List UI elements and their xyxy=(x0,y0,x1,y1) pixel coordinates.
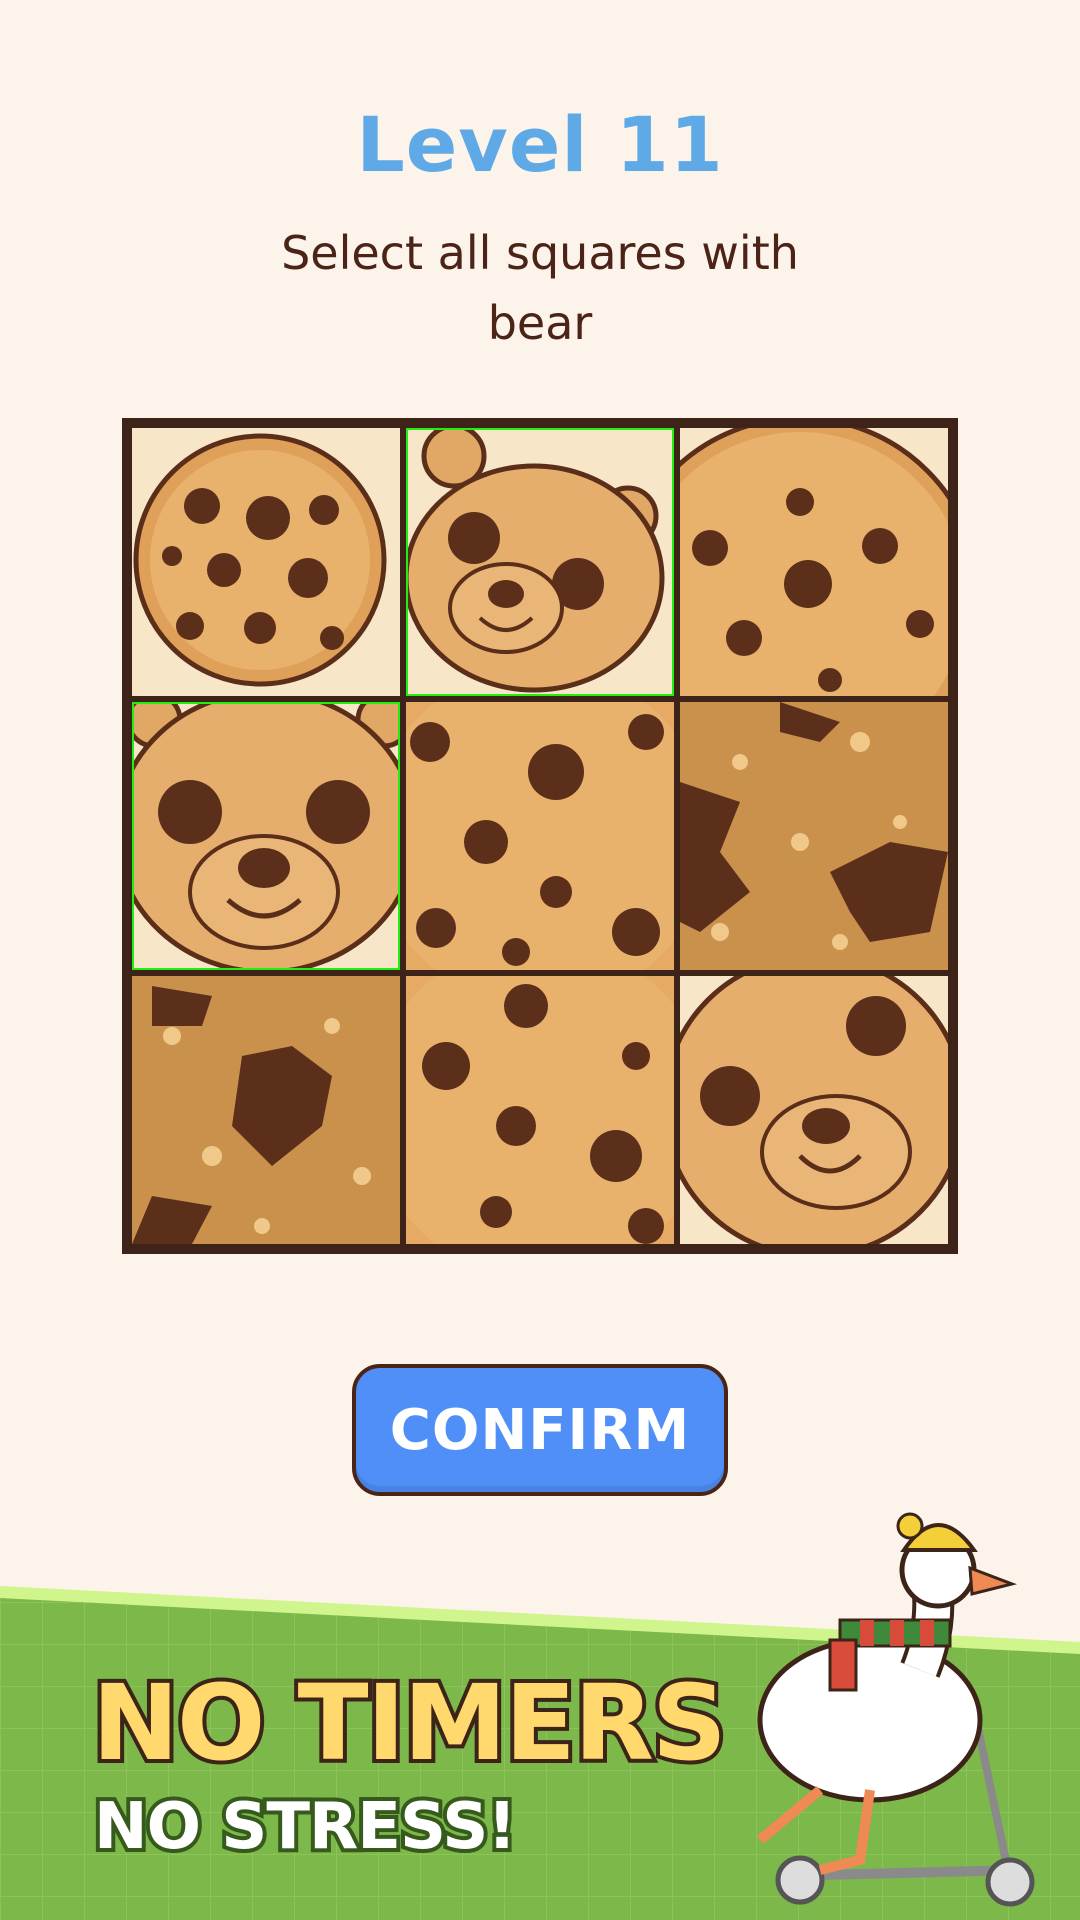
promo-subline: NO STRESS! xyxy=(90,1786,520,1868)
tile-3[interactable] xyxy=(680,428,948,696)
tile-9[interactable] xyxy=(680,976,948,1244)
broken-cookie-icon xyxy=(680,702,948,970)
bear-icon xyxy=(406,428,674,696)
tile-4[interactable] xyxy=(132,702,400,970)
level-title: Level 11 xyxy=(356,100,724,189)
tile-6[interactable] xyxy=(680,702,948,970)
tile-1[interactable] xyxy=(132,428,400,696)
bear-icon xyxy=(680,976,948,1244)
tile-5[interactable] xyxy=(406,702,674,970)
instruction-text: Select all squares with bear xyxy=(281,226,799,350)
puzzle-grid xyxy=(122,418,958,1254)
cookie-icon xyxy=(406,976,674,1244)
cookie-icon xyxy=(132,428,400,696)
broken-cookie-icon xyxy=(132,976,400,1244)
tile-2[interactable] xyxy=(406,428,674,696)
confirm-button[interactable]: CONFIRM xyxy=(352,1364,728,1496)
cookie-icon xyxy=(406,702,674,970)
bear-icon xyxy=(132,702,400,970)
goose-on-scooter-icon xyxy=(756,1512,1035,1907)
promo-headline: NO TIMERS xyxy=(88,1658,731,1788)
tile-8[interactable] xyxy=(406,976,674,1244)
tile-7[interactable] xyxy=(132,976,400,1244)
cookie-icon xyxy=(680,428,948,696)
